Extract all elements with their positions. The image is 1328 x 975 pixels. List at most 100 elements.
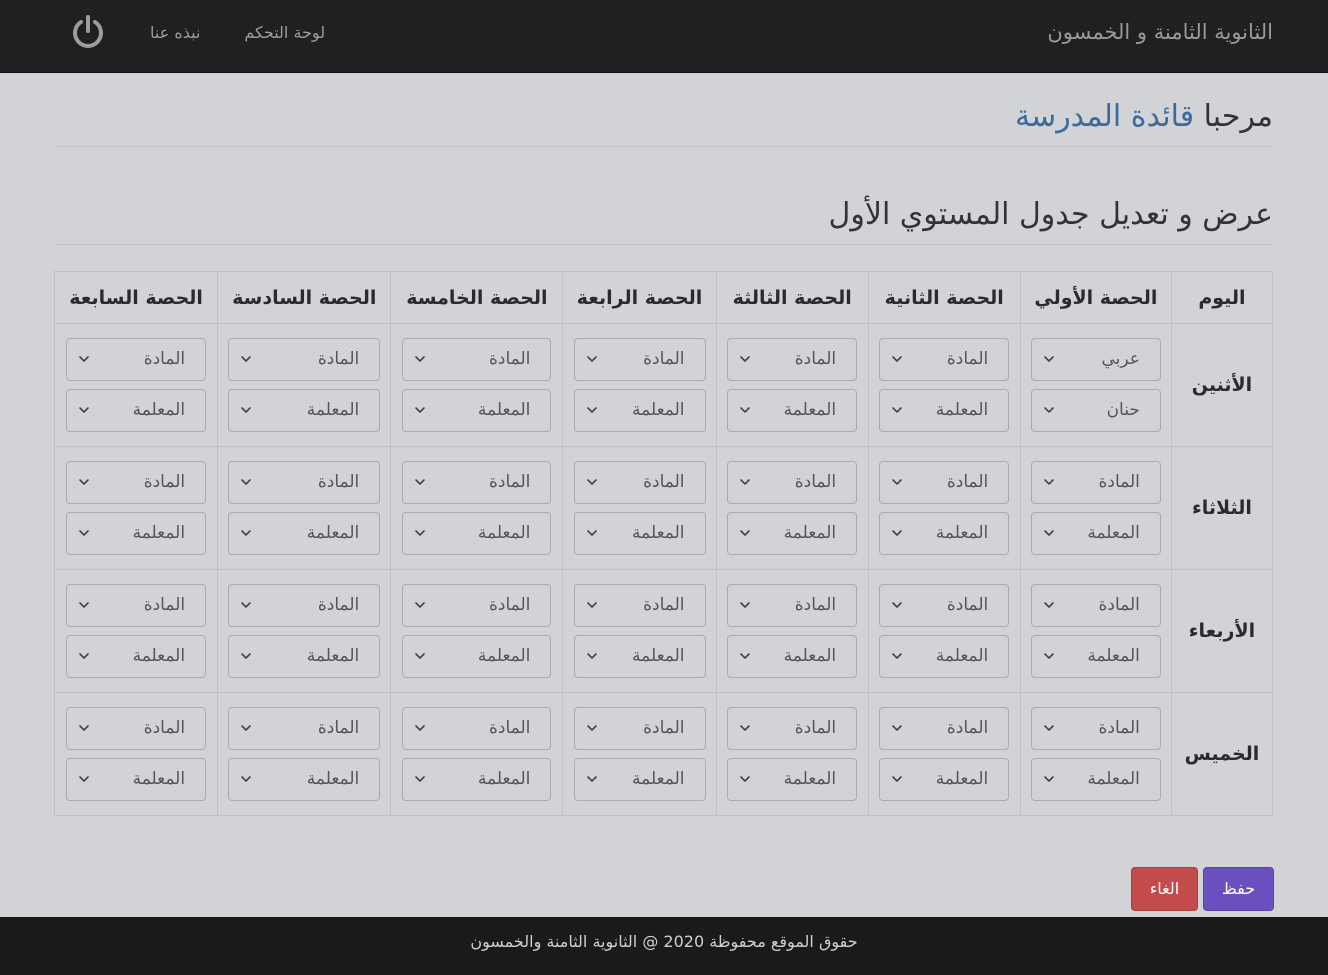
teacher-select[interactable]: المعلمة — [573, 389, 706, 432]
subject-select[interactable]: المادة — [1030, 707, 1161, 750]
period-selects: المادة المعلمة — [218, 707, 390, 801]
subject-select[interactable]: المادة — [228, 584, 381, 627]
subject-select-value: المادة — [643, 472, 685, 492]
subject-select[interactable]: المادة — [879, 338, 1010, 381]
teacher-select[interactable]: المعلمة — [727, 635, 858, 678]
subject-select[interactable]: المادة — [727, 707, 858, 750]
subject-select-value: المادة — [143, 595, 186, 615]
subject-select[interactable]: المادة — [727, 338, 858, 381]
subject-select[interactable]: المادة — [1030, 461, 1161, 504]
teacher-select[interactable]: المعلمة — [879, 389, 1010, 432]
teacher-select[interactable]: المعلمة — [402, 389, 552, 432]
chevron-down-icon — [1044, 725, 1054, 731]
subject-select[interactable]: المادة — [879, 584, 1010, 627]
chevron-down-icon — [241, 407, 252, 413]
teacher-select[interactable]: المعلمة — [228, 512, 381, 555]
subject-select-value: المادة — [489, 718, 531, 738]
power-icon[interactable] — [70, 14, 106, 50]
subject-select[interactable]: المادة — [573, 707, 706, 750]
chevron-down-icon — [892, 653, 903, 659]
chevron-down-icon — [586, 776, 597, 782]
subject-select[interactable]: المادة — [228, 707, 381, 750]
subject-select[interactable]: المادة — [66, 461, 207, 504]
chevron-down-icon — [241, 356, 252, 362]
teacher-select[interactable]: المعلمة — [1030, 512, 1161, 555]
subject-select[interactable]: عربي — [1030, 338, 1161, 381]
schedule-row: الأربعاء المادة المعلمة المادة المعلمة المادة… — [53, 569, 1274, 693]
divider-top — [55, 146, 1273, 147]
teacher-select[interactable]: المعلمة — [727, 389, 858, 432]
teacher-select-value: المعلمة — [783, 523, 837, 543]
teacher-select[interactable]: المعلمة — [66, 389, 207, 432]
period-selects: المادة المعلمة — [391, 707, 562, 801]
teacher-select[interactable]: المعلمة — [879, 512, 1010, 555]
teacher-select-value: المعلمة — [632, 769, 685, 789]
subject-select[interactable]: المادة — [573, 584, 706, 627]
teacher-select[interactable]: المعلمة — [66, 635, 207, 678]
chevron-down-icon — [892, 479, 903, 485]
period-selects: المادة المعلمة — [218, 584, 390, 678]
subject-select[interactable]: المادة — [228, 461, 381, 504]
teacher-select[interactable]: المعلمة — [879, 635, 1010, 678]
subject-select[interactable]: المادة — [573, 461, 706, 504]
chevron-down-icon — [586, 602, 597, 608]
header-period-4: الحصة الرابعة — [562, 271, 717, 324]
subject-select[interactable]: المادة — [402, 338, 552, 381]
subject-select[interactable]: المادة — [66, 338, 207, 381]
teacher-select[interactable]: المعلمة — [66, 512, 207, 555]
period-selects: المادة المعلمة — [563, 461, 715, 555]
header-period-3: الحصة الثالثة — [715, 271, 869, 324]
chevron-down-icon — [415, 602, 426, 608]
chevron-down-icon — [415, 653, 426, 659]
chevron-down-icon — [415, 407, 426, 413]
cancel-button[interactable]: الغاء — [1131, 867, 1198, 911]
teacher-select[interactable]: المعلمة — [402, 512, 552, 555]
teacher-select[interactable]: المعلمة — [402, 635, 552, 678]
teacher-select[interactable]: المعلمة — [66, 758, 207, 801]
teacher-select[interactable]: المعلمة — [228, 635, 381, 678]
nav-link-dashboard[interactable]: لوحة التحكم — [244, 23, 325, 42]
subject-select[interactable]: المادة — [879, 707, 1010, 750]
teacher-select[interactable]: المعلمة — [727, 512, 858, 555]
teacher-select[interactable]: المعلمة — [573, 758, 706, 801]
teacher-select-value: المعلمة — [1087, 769, 1140, 789]
subject-select[interactable]: المادة — [402, 584, 552, 627]
teacher-select-value: المعلمة — [132, 769, 186, 789]
teacher-select[interactable]: المعلمة — [727, 758, 858, 801]
subject-select-value: المادة — [946, 718, 989, 738]
period-selects: المادة المعلمة — [563, 584, 715, 678]
teacher-select[interactable]: المعلمة — [228, 389, 381, 432]
teacher-select[interactable]: المعلمة — [879, 758, 1010, 801]
subject-select[interactable]: المادة — [66, 707, 207, 750]
subject-select[interactable]: المادة — [66, 584, 207, 627]
subject-select[interactable]: المادة — [879, 461, 1010, 504]
subject-select[interactable]: المادة — [228, 338, 381, 381]
chevron-down-icon — [415, 530, 426, 536]
footer: حقوق الموقع محفوظة 2020 @ الثانوية الثام… — [0, 917, 1328, 975]
nav-link-about[interactable]: نبذه عنا — [150, 23, 200, 42]
subject-select[interactable]: المادة — [402, 707, 552, 750]
chevron-down-icon — [241, 602, 252, 608]
subject-select[interactable]: المادة — [402, 461, 552, 504]
subject-select[interactable]: المادة — [573, 338, 706, 381]
subject-select[interactable]: المادة — [727, 461, 858, 504]
teacher-select[interactable]: المعلمة — [1030, 758, 1161, 801]
chevron-down-icon — [1044, 602, 1054, 608]
subject-select[interactable]: المادة — [727, 584, 858, 627]
subject-select-value: المادة — [643, 349, 685, 369]
subject-select-value: المادة — [1098, 472, 1140, 492]
subject-select-value: المادة — [946, 472, 989, 492]
teacher-select[interactable]: المعلمة — [1030, 635, 1161, 678]
period-selects: المادة المعلمة — [391, 338, 562, 432]
chevron-down-icon — [586, 407, 597, 413]
brand-title[interactable]: الثانوية الثامنة و الخمسون — [1047, 18, 1273, 46]
subject-select[interactable]: المادة — [1030, 584, 1161, 627]
teacher-select[interactable]: المعلمة — [228, 758, 381, 801]
save-button[interactable]: حفظ — [1203, 867, 1274, 911]
teacher-select[interactable]: المعلمة — [573, 512, 706, 555]
teacher-select[interactable]: المعلمة — [402, 758, 552, 801]
teacher-select[interactable]: حنان — [1030, 389, 1161, 432]
teacher-select[interactable]: المعلمة — [573, 635, 706, 678]
subject-select-value: المادة — [143, 472, 186, 492]
teacher-select-value: المعلمة — [1087, 646, 1140, 666]
